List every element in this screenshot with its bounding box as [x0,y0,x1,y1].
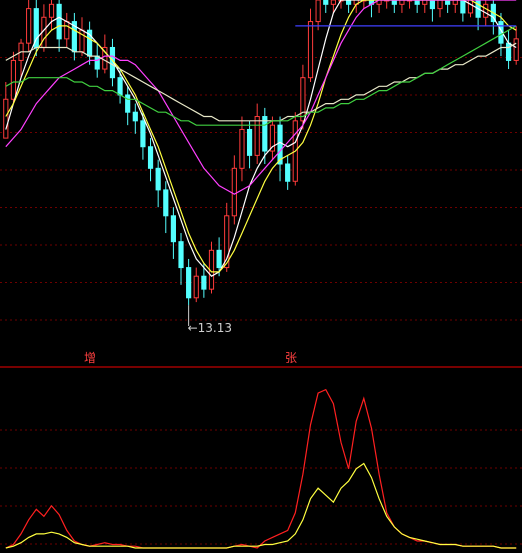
candle-body[interactable] [399,0,405,5]
candle-body[interactable] [285,163,291,182]
candle-body[interactable] [452,0,458,5]
candle-body[interactable] [445,0,451,5]
candle-body[interactable] [254,116,260,156]
candle-body[interactable] [231,167,237,217]
chart-background [0,0,522,553]
candle-body[interactable] [125,94,131,113]
candle-body[interactable] [437,0,443,10]
candle-body[interactable] [467,0,474,14]
candle-body[interactable] [483,3,489,18]
low-price-label: ←13.13 [188,321,232,335]
candle-body[interactable] [26,8,32,44]
candle-body[interactable] [94,55,100,70]
candle-body[interactable] [64,21,70,40]
candle-body[interactable] [178,241,184,269]
stock-chart: ←13.13 增 张 [0,0,522,553]
candle-body[interactable] [513,38,519,61]
candle-body[interactable] [56,3,62,40]
candle-body[interactable] [422,0,428,5]
candle-body[interactable] [460,0,466,14]
candle-body[interactable] [147,146,154,169]
candle-body[interactable] [414,0,420,5]
low-price-annotation: ←13.13 [188,321,232,335]
candle-body[interactable] [48,3,55,18]
candle-body[interactable] [170,215,176,243]
candle-body[interactable] [140,120,146,148]
candle-body[interactable] [117,77,123,96]
candle-body[interactable] [330,0,336,5]
candle-body[interactable] [300,77,306,122]
candle-body[interactable] [193,275,199,299]
candle-body[interactable] [323,0,329,5]
candle-body[interactable] [201,275,207,290]
indicator-label-zeng: 增 [84,351,96,365]
candle-body[interactable] [505,42,512,61]
candle-body[interactable] [155,167,161,191]
candle-body[interactable] [391,0,397,5]
candle-body[interactable] [186,267,192,299]
candle-body[interactable] [346,0,352,5]
candle-body[interactable] [262,116,268,152]
candle-body[interactable] [315,0,321,23]
candle-body[interactable] [307,21,314,79]
candle-body[interactable] [163,189,169,217]
candle-body[interactable] [216,249,222,269]
candle-body[interactable] [246,128,253,156]
candle-body[interactable] [429,0,435,10]
candle-body[interactable] [132,111,138,122]
indicator-label-zhang: 张 [285,351,297,365]
candle-body[interactable] [239,128,245,169]
candle-body[interactable] [3,98,9,139]
candle-body[interactable] [10,59,17,100]
